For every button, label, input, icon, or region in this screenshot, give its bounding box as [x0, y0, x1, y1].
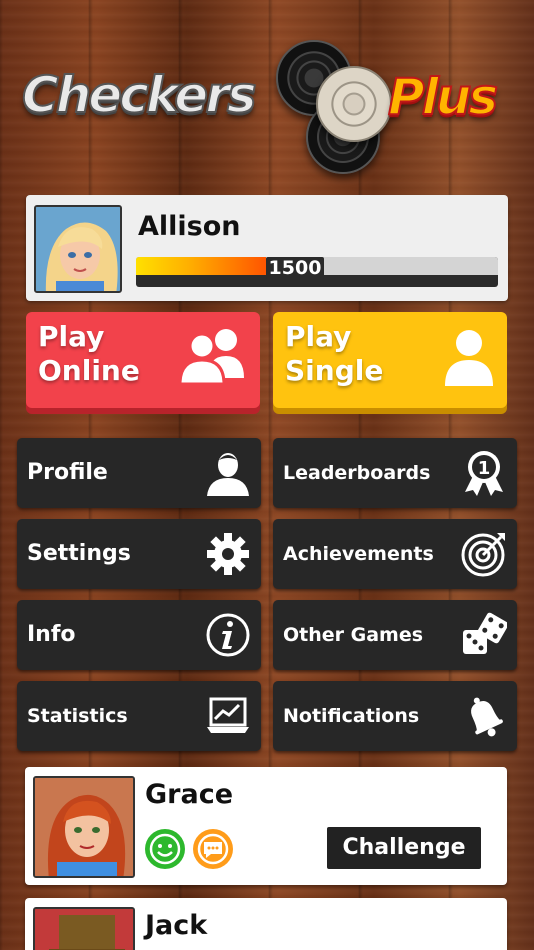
friend-name: Jack	[145, 910, 208, 941]
rating-progress-fill	[136, 257, 267, 275]
single-user-icon	[445, 330, 493, 386]
info-icon	[206, 613, 250, 657]
other-games-label: Other Games	[283, 624, 424, 646]
info-label: Info	[27, 622, 76, 647]
leaderboards-label: Leaderboards	[283, 462, 431, 484]
rating-progress-bar: 1500	[136, 257, 498, 287]
target-icon	[461, 533, 505, 577]
leaderboards-button[interactable]: Leaderboards 1	[273, 438, 517, 508]
smiley-icon	[145, 829, 185, 869]
settings-label: Settings	[27, 541, 131, 566]
app-logo: Checkers Plus	[0, 30, 534, 174]
laptop-chart-icon	[207, 697, 249, 733]
notifications-label: Notifications	[283, 705, 420, 727]
friend-avatar[interactable]	[33, 776, 135, 878]
profile-button[interactable]: Profile	[17, 438, 261, 508]
profile-label: Profile	[27, 460, 108, 485]
avatar-allison-icon	[36, 207, 120, 291]
leaderboard-rank-badge: 1	[478, 458, 491, 479]
notifications-button[interactable]: Notifications	[273, 681, 517, 751]
achievements-button[interactable]: Achievements	[273, 519, 517, 589]
play-single-label: Play Single	[285, 320, 384, 387]
rating-value: 1500	[266, 257, 324, 279]
user-profile-icon	[207, 453, 249, 496]
friend-card-grace[interactable]: Grace Challenge	[25, 767, 507, 885]
avatar-jack-icon	[35, 909, 133, 950]
two-users-icon	[178, 329, 244, 386]
logo-text-plus: Plus	[387, 67, 499, 127]
info-button[interactable]: Info	[17, 600, 261, 670]
settings-button[interactable]: Settings	[17, 519, 261, 589]
achievements-label: Achievements	[283, 543, 434, 565]
logo-text-checkers: Checkers	[21, 65, 258, 125]
friend-name: Grace	[145, 779, 234, 810]
award-ribbon-icon: 1	[465, 451, 503, 496]
player-avatar[interactable]	[34, 205, 122, 293]
play-single-button[interactable]: Play Single	[273, 312, 507, 408]
chat-icon[interactable]	[193, 829, 233, 869]
avatar-grace-icon	[35, 778, 133, 876]
player-name: Allison	[138, 211, 241, 242]
play-online-button[interactable]: Play Online	[26, 312, 260, 408]
bell-icon	[471, 697, 503, 737]
dice-icon	[463, 612, 507, 654]
statistics-button[interactable]: Statistics	[17, 681, 261, 751]
challenge-button[interactable]: Challenge	[327, 827, 481, 869]
white-checker-piece-icon	[316, 66, 392, 142]
gear-icon	[207, 533, 249, 575]
friend-card-jack[interactable]: Jack	[25, 898, 507, 950]
other-games-button[interactable]: Other Games	[273, 600, 517, 670]
friend-avatar[interactable]	[33, 907, 135, 950]
player-profile-card[interactable]: Allison 1500	[26, 195, 508, 301]
statistics-label: Statistics	[27, 705, 128, 727]
play-online-label: Play Online	[38, 320, 140, 387]
